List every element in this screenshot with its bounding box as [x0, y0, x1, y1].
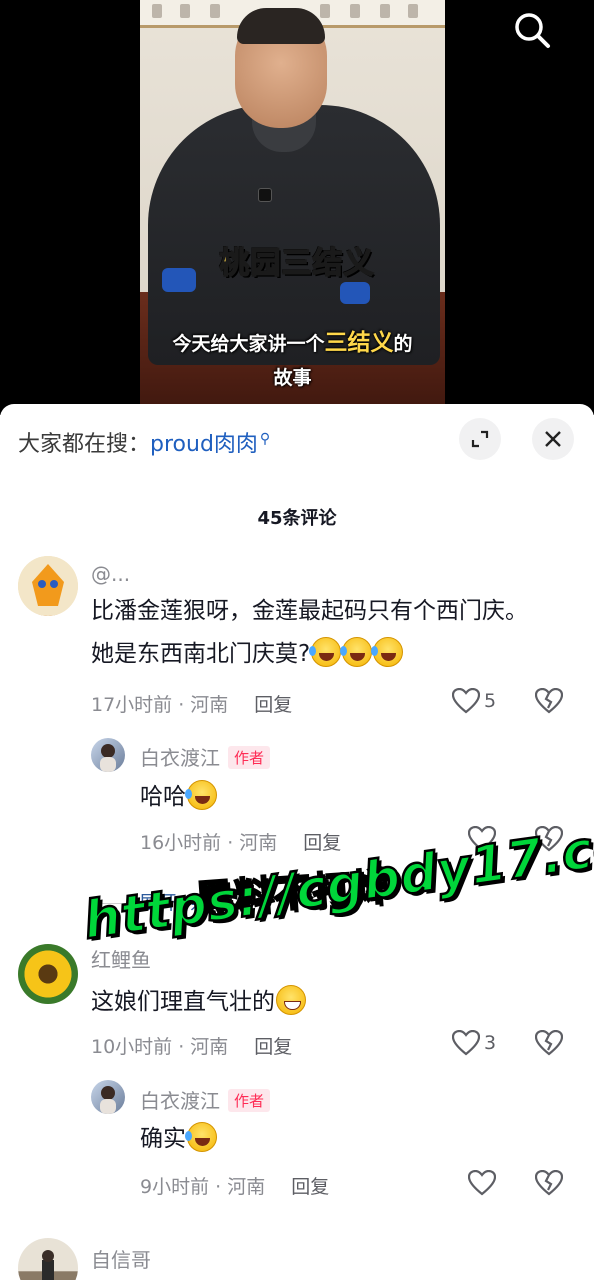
comment-text: 比潘金莲狠呀，金莲最起码只有个西门庆。她是东西南北门庆莫?: [91, 598, 528, 667]
comment-meta: 10小时前 · 河南 回复: [91, 1036, 293, 1058]
expand-icon: [471, 430, 489, 448]
reply-button[interactable]: 回复: [291, 1176, 329, 1198]
avatar[interactable]: [91, 738, 125, 772]
rofl-emoji: [309, 637, 342, 667]
video-title-overlay: 桃园三结义: [219, 245, 375, 282]
reply-button[interactable]: 回复: [254, 1036, 292, 1058]
avatar[interactable]: [18, 944, 78, 1004]
reply-username[interactable]: 白衣渡江 作者: [140, 1085, 271, 1114]
avatar[interactable]: [18, 556, 78, 616]
dislike-button[interactable]: [534, 1169, 564, 1200]
close-button[interactable]: [532, 418, 574, 460]
video-player[interactable]: 桃园三结义 今天给大家讲一个三结义的 故事: [0, 0, 594, 415]
comment-username[interactable]: 自信哥: [91, 1244, 151, 1273]
search-icon: [515, 13, 550, 48]
reply-text: 确实: [140, 1118, 217, 1161]
broken-heart-icon: [534, 1169, 564, 1196]
reply-meta: 16小时前 · 河南 回复: [140, 832, 342, 854]
reply-text: 哈哈: [140, 776, 217, 819]
cartoon-avatar-icon: [18, 556, 78, 616]
rofl-emoji: [371, 637, 404, 667]
comment-meta: 17小时前 · 河南 回复: [91, 694, 293, 716]
author-badge: 作者: [228, 746, 271, 769]
like-button[interactable]: [468, 1170, 496, 1196]
comment-username[interactable]: @...: [91, 562, 130, 586]
heart-icon: [452, 1030, 480, 1056]
like-button[interactable]: 3: [452, 1030, 496, 1056]
dislike-button[interactable]: [534, 687, 564, 718]
comment-count: 45条评论: [257, 508, 337, 529]
heart-icon: [452, 688, 480, 714]
grin-emoji: [276, 985, 306, 1015]
dislike-button[interactable]: [534, 1029, 564, 1060]
suggest-keyword[interactable]: proud肉肉: [150, 432, 258, 457]
lapel-mic: [258, 188, 272, 202]
search-suggestion[interactable]: 大家都在搜：proud肉肉 ⚲: [18, 426, 270, 458]
avatar[interactable]: [91, 1080, 125, 1114]
reply-button[interactable]: 回复: [254, 694, 292, 716]
small-search-icon: ⚲: [259, 431, 271, 447]
expand-button[interactable]: [459, 418, 501, 460]
search-button[interactable]: [510, 8, 554, 52]
avatar[interactable]: [18, 1238, 78, 1280]
broken-heart-icon: [534, 687, 564, 714]
heart-icon: [468, 1170, 496, 1196]
author-badge: 作者: [228, 1089, 271, 1112]
reply-meta: 9小时前 · 河南 回复: [140, 1176, 330, 1198]
broken-heart-icon: [534, 1029, 564, 1056]
rofl-emoji: [185, 1122, 217, 1152]
rofl-emoji: [185, 780, 217, 810]
reply-username[interactable]: 白衣渡江 作者: [140, 742, 271, 771]
video-subtitle: 今天给大家讲一个三结义的 故事: [172, 330, 413, 389]
close-icon: [545, 431, 561, 447]
comment-text: 这娘们理直气壮的: [91, 981, 306, 1024]
rofl-emoji: [340, 637, 373, 667]
like-button[interactable]: 5: [452, 688, 496, 714]
reply-button[interactable]: 回复: [303, 832, 341, 854]
